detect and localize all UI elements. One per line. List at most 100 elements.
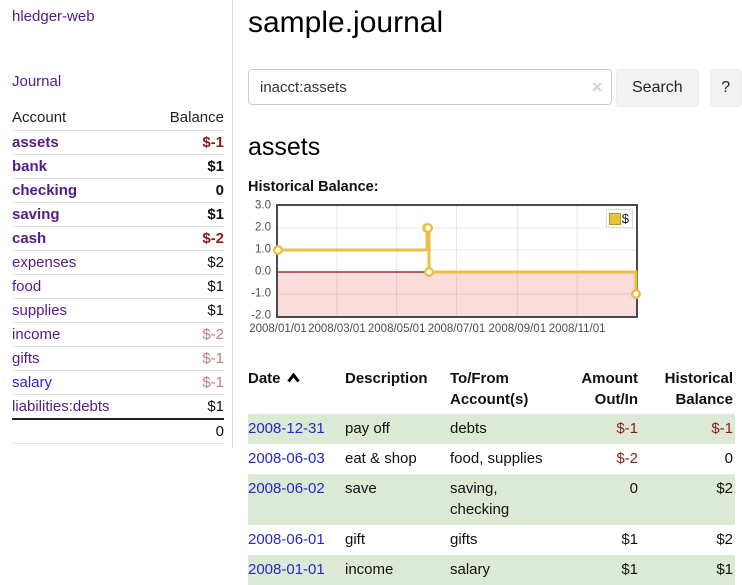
app-brand: hledger-web bbox=[12, 8, 224, 26]
txn-description: pay off bbox=[345, 414, 450, 444]
accounts-header-account: Account bbox=[12, 106, 148, 131]
account-balance: $-1 bbox=[148, 347, 224, 371]
chart-title: Historical Balance: bbox=[248, 179, 742, 195]
page-title: sample.journal bbox=[248, 4, 742, 42]
legend-swatch-icon bbox=[609, 213, 621, 225]
txn-date-link[interactable]: 2008-06-02 bbox=[248, 480, 325, 497]
txn-accounts: gifts bbox=[450, 525, 565, 555]
account-balance: $1 bbox=[148, 275, 224, 299]
account-balance: $-2 bbox=[148, 323, 224, 347]
help-button[interactable]: ? bbox=[710, 69, 742, 107]
txn-amount: $-1 bbox=[565, 414, 640, 444]
account-link-income[interactable]: income bbox=[12, 326, 60, 343]
chart-y-labels: 3.02.01.00.0-1.0-2.0 bbox=[248, 206, 271, 316]
account-link-assets[interactable]: assets bbox=[12, 134, 59, 151]
account-balance: $1 bbox=[148, 203, 224, 227]
register-table: Date Description To/From Account(s) Amou… bbox=[248, 366, 735, 585]
chart-x-labels: 2008/01/012008/03/012008/05/012008/07/01… bbox=[278, 323, 636, 338]
brand-link[interactable]: hledger-web bbox=[12, 8, 95, 25]
search-input[interactable] bbox=[248, 69, 612, 105]
historical-balance-chart: 3.02.01.00.0-1.0-2.0 $ 2008/01/012008/03… bbox=[248, 204, 742, 340]
account-row: assets $-1 bbox=[12, 131, 224, 155]
txn-balance: $-1 bbox=[640, 414, 735, 444]
txn-accounts: food, supplies bbox=[450, 444, 565, 474]
txn-date-link[interactable]: 2008-06-01 bbox=[248, 531, 325, 548]
y-tick-label: 3.0 bbox=[255, 199, 271, 211]
chart-plot-svg bbox=[278, 206, 636, 316]
legend-label: $ bbox=[622, 211, 629, 226]
txn-date-link[interactable]: 2008-12-31 bbox=[248, 420, 325, 437]
chart-plot-area: $ bbox=[276, 204, 638, 318]
register-row: 2008-12-31 pay off debts $-1 $-1 bbox=[248, 414, 735, 444]
x-tick-label: 2008/03/01 bbox=[308, 323, 366, 335]
account-link-bank[interactable]: bank bbox=[12, 158, 47, 175]
accounts-table: Account Balance assets $-1 bank $1 check… bbox=[12, 106, 224, 444]
col-header-accounts[interactable]: To/From Account(s) bbox=[450, 366, 565, 414]
account-row: saving $1 bbox=[12, 203, 224, 227]
accounts-header-row: Account Balance bbox=[12, 106, 224, 131]
account-link-expenses[interactable]: expenses bbox=[12, 254, 76, 271]
y-tick-label: 1.0 bbox=[255, 243, 271, 255]
account-link-salary[interactable]: salary bbox=[12, 374, 52, 391]
account-row: income $-2 bbox=[12, 323, 224, 347]
register-row: 2008-06-03 eat & shop food, supplies $-2… bbox=[248, 444, 735, 474]
txn-description: income bbox=[345, 555, 450, 585]
txn-amount: $1 bbox=[565, 555, 640, 585]
account-balance: 0 bbox=[148, 179, 224, 203]
y-tick-label: -1.0 bbox=[251, 287, 271, 299]
col-header-description[interactable]: Description bbox=[345, 366, 450, 414]
journal-link[interactable]: Journal bbox=[12, 73, 61, 90]
txn-balance: $2 bbox=[640, 525, 735, 555]
account-link-saving[interactable]: saving bbox=[12, 206, 60, 223]
txn-description: save bbox=[345, 474, 450, 525]
accounts-header-balance: Balance bbox=[148, 106, 224, 131]
account-link-supplies[interactable]: supplies bbox=[12, 302, 67, 319]
account-balance: $1 bbox=[148, 395, 224, 420]
account-link-checking[interactable]: checking bbox=[12, 182, 77, 199]
x-tick-label: 2008/11/01 bbox=[549, 323, 606, 335]
main-content: sample.journal ✕ Search ? assets Histori… bbox=[248, 0, 742, 585]
txn-date-link[interactable]: 2008-06-03 bbox=[248, 450, 325, 467]
y-tick-label: -2.0 bbox=[251, 309, 271, 321]
txn-date-link[interactable]: 2008-01-01 bbox=[248, 561, 325, 578]
col-header-date[interactable]: Date bbox=[248, 366, 345, 414]
register-row: 2008-01-01 income salary $1 $1 bbox=[248, 555, 735, 585]
account-link-cash[interactable]: cash bbox=[12, 230, 46, 247]
txn-description: gift bbox=[345, 525, 450, 555]
y-tick-label: 0.0 bbox=[255, 265, 271, 277]
account-balance: $1 bbox=[148, 299, 224, 323]
search-bar: ✕ Search ? bbox=[248, 69, 742, 107]
col-header-amount[interactable]: Amount Out/In bbox=[565, 366, 640, 414]
col-header-balance[interactable]: Historical Balance bbox=[640, 366, 735, 414]
account-balance: $-2 bbox=[148, 227, 224, 251]
account-link-liabilities-debts[interactable]: liabilities:debts bbox=[12, 398, 110, 415]
sidebar: hledger-web Journal Account Balance asse… bbox=[0, 0, 233, 448]
account-link-food[interactable]: food bbox=[12, 278, 41, 295]
accounts-total: 0 bbox=[148, 419, 224, 444]
txn-amount: $-2 bbox=[565, 444, 640, 474]
txn-balance: $2 bbox=[640, 474, 735, 525]
accounts-total-row: 0 bbox=[12, 419, 224, 444]
search-button[interactable]: Search bbox=[616, 69, 699, 107]
account-row: gifts $-1 bbox=[12, 347, 224, 371]
account-row: supplies $1 bbox=[12, 299, 224, 323]
txn-accounts: saving, checking bbox=[450, 474, 565, 525]
account-row: liabilities:debts $1 bbox=[12, 395, 224, 420]
account-link-gifts[interactable]: gifts bbox=[12, 350, 40, 367]
account-row: food $1 bbox=[12, 275, 224, 299]
x-tick-label: 2008/07/01 bbox=[428, 323, 486, 335]
register-header-row: Date Description To/From Account(s) Amou… bbox=[248, 366, 735, 414]
account-heading: assets bbox=[248, 132, 742, 163]
register-row: 2008-06-02 save saving, checking 0 $2 bbox=[248, 474, 735, 525]
txn-balance: 0 bbox=[640, 444, 735, 474]
account-balance: $2 bbox=[148, 251, 224, 275]
txn-accounts: salary bbox=[450, 555, 565, 585]
account-balance: $-1 bbox=[148, 371, 224, 395]
account-row: checking 0 bbox=[12, 179, 224, 203]
account-row: cash $-2 bbox=[12, 227, 224, 251]
nav-journal: Journal bbox=[12, 73, 224, 91]
clear-search-icon[interactable]: ✕ bbox=[591, 78, 603, 96]
x-tick-label: 2008/09/01 bbox=[489, 323, 547, 335]
x-tick-label: 2008/05/01 bbox=[368, 323, 426, 335]
txn-amount: $1 bbox=[565, 525, 640, 555]
